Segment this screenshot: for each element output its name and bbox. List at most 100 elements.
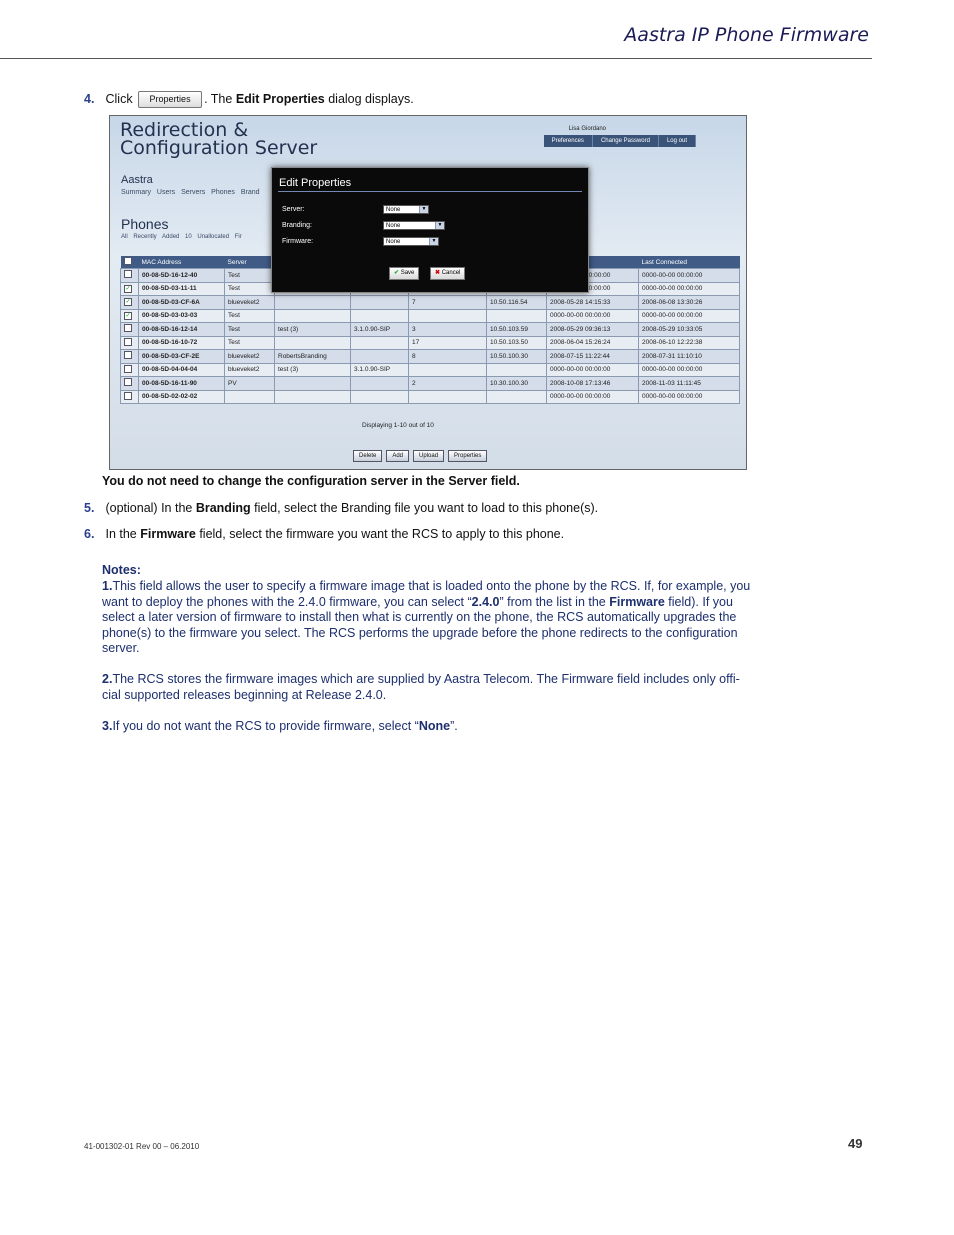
row-checkbox[interactable] [120,268,139,283]
last-connected-cell: 0000-00-00 00:00:00 [638,281,740,296]
row-checkbox[interactable]: ✓ [120,308,139,323]
checkbox[interactable] [124,270,132,279]
ext-cell: 3 [408,322,487,337]
ip-cell [486,362,547,377]
cancel-button[interactable]: ✖ Cancel [430,267,466,280]
ip-cell [486,389,547,404]
ip-cell: 10.50.100.30 [486,349,547,364]
checkbox[interactable] [124,364,132,373]
checkbox[interactable]: ✓ [124,284,132,293]
checkbox[interactable] [124,337,132,346]
header-rule [0,58,872,59]
ip-cell: 10.30.100.30 [486,376,547,391]
branding-cell: RobertsBranding [274,349,351,364]
check-icon: ✔ [394,270,400,276]
col-select[interactable] [120,256,139,269]
note-text: ”. [450,719,458,733]
row-checkbox[interactable] [120,335,139,350]
firmware-cell [350,349,409,364]
note-number: 3. [102,719,113,733]
server-label: Server: [282,206,305,213]
col-server[interactable]: Server [224,256,275,269]
rcs-screenshot: Redirection & Configuration Server Lisa … [109,115,747,470]
mac-cell: 00-08-5D-03-CF-6A [138,295,225,310]
nav-change-password[interactable]: Change Password [592,135,659,147]
row-checkbox[interactable] [120,322,139,337]
phones-subnav[interactable]: All Recently Added 10 Unallocated Fir [121,234,242,240]
server-cell: Test [224,322,275,337]
registered-cell: 0000-00-00 00:00:00 [546,389,639,404]
col-mac[interactable]: MAC Address [138,256,225,269]
save-label: Save [400,270,415,276]
checkbox[interactable] [124,378,132,387]
registered-cell: 0000-00-00 00:00:00 [546,362,639,377]
ext-cell [408,308,487,323]
properties-button[interactable]: Properties [448,450,488,462]
cancel-label: Cancel [441,270,461,276]
note-2: 2.The RCS stores the firmware images whi… [102,672,757,703]
registered-cell: 0000-00-00 00:00:00 [546,308,639,323]
section-heading: Aastra [121,174,153,186]
row-checkbox[interactable]: ✓ [120,295,139,310]
firmware-cell [350,335,409,350]
row-checkbox[interactable] [120,362,139,377]
checkbox[interactable]: ✓ [124,311,132,320]
checkbox[interactable] [124,391,132,400]
table-row[interactable]: 00-08-5D-04-04-04 blueveket2 test (3) 3.1.0… [120,362,740,377]
page-number: 49 [848,1136,863,1151]
server-cell: Test [224,335,275,350]
firmware-select[interactable]: None ▼ [383,237,439,246]
delete-button[interactable]: Delete [353,450,383,462]
note-number: 2. [102,672,113,686]
step-text: In the [105,527,137,541]
row-checkbox[interactable] [120,389,139,404]
save-button[interactable]: ✔ Save [389,267,420,280]
table-row[interactable]: 00-08-5D-02-02-02 0000-00-00 00:00:00 0000… [120,389,740,404]
chevron-down-icon: ▼ [419,206,428,213]
server-note: You do not need to change the configurat… [102,474,520,488]
select-all-checkbox[interactable] [123,257,132,265]
server-cell: blueveket2 [224,295,275,310]
table-row[interactable]: 00-08-5D-16-11-90 PV 2 10.30.100.30 2008-10-… [120,376,740,391]
row-checkbox[interactable] [120,349,139,364]
checkbox[interactable]: ✓ [124,298,132,307]
step-number: 4. [84,91,95,106]
chevron-down-icon: ▼ [429,238,438,245]
checkbox[interactable] [124,351,132,360]
ext-cell: 7 [408,295,487,310]
table-row[interactable]: ✓ 00-08-5D-03-03-03 Test 0000-00-00 00:00:0… [120,308,740,323]
server-select[interactable]: None ▼ [383,205,429,214]
last-connected-cell: 2008-06-08 13:30:26 [638,295,740,310]
branding-select[interactable]: None ▼ [383,221,445,230]
ip-cell: 10.50.116.54 [486,295,547,310]
close-icon: ✖ [435,270,441,276]
ext-cell: 8 [408,349,487,364]
add-button[interactable]: Add [386,450,410,462]
note-number: 1. [102,579,113,593]
top-nav: Preferences Change Password Log out [543,135,696,147]
nav-logout[interactable]: Log out [658,135,696,147]
notes-heading: Notes: [102,563,141,577]
table-row[interactable]: 00-08-5D-16-12-14 Test test (3) 3.1.0.90-SI… [120,322,740,337]
col-last-connected[interactable]: Last Connected [638,256,740,269]
upload-button[interactable]: Upload [413,450,445,462]
step-5: 5. (optional) In the Branding field, sel… [84,501,598,515]
main-subnav[interactable]: Summary Users Servers Phones Brand [121,189,260,196]
firmware-cell: 3.1.0.90-SIP [350,322,409,337]
table-row[interactable]: 00-08-5D-16-10-72 Test 17 10.50.103.50 2008-… [120,335,740,350]
server-cell: blueveket2 [224,349,275,364]
edit-properties-dialog: Edit Properties Server: None ▼ Branding: … [271,167,589,293]
row-checkbox[interactable] [120,376,139,391]
last-connected-cell: 0000-00-00 00:00:00 [638,389,740,404]
step-text: field, select the Branding file you want… [254,501,599,515]
mac-cell: 00-08-5D-16-12-14 [138,322,225,337]
branding-cell [274,376,351,391]
registered-cell: 2008-06-04 15:26:24 [546,335,639,350]
table-row[interactable]: ✓ 00-08-5D-03-CF-6A blueveket2 7 10.50.116.5… [120,295,740,310]
ext-cell: 17 [408,335,487,350]
table-row[interactable]: 00-08-5D-03-CF-2E blueveket2 RobertsBrandi… [120,349,740,364]
nav-preferences[interactable]: Preferences [543,135,593,147]
checkbox[interactable] [124,324,132,333]
row-checkbox[interactable]: ✓ [120,281,139,296]
last-connected-cell: 0000-00-00 00:00:00 [638,362,740,377]
